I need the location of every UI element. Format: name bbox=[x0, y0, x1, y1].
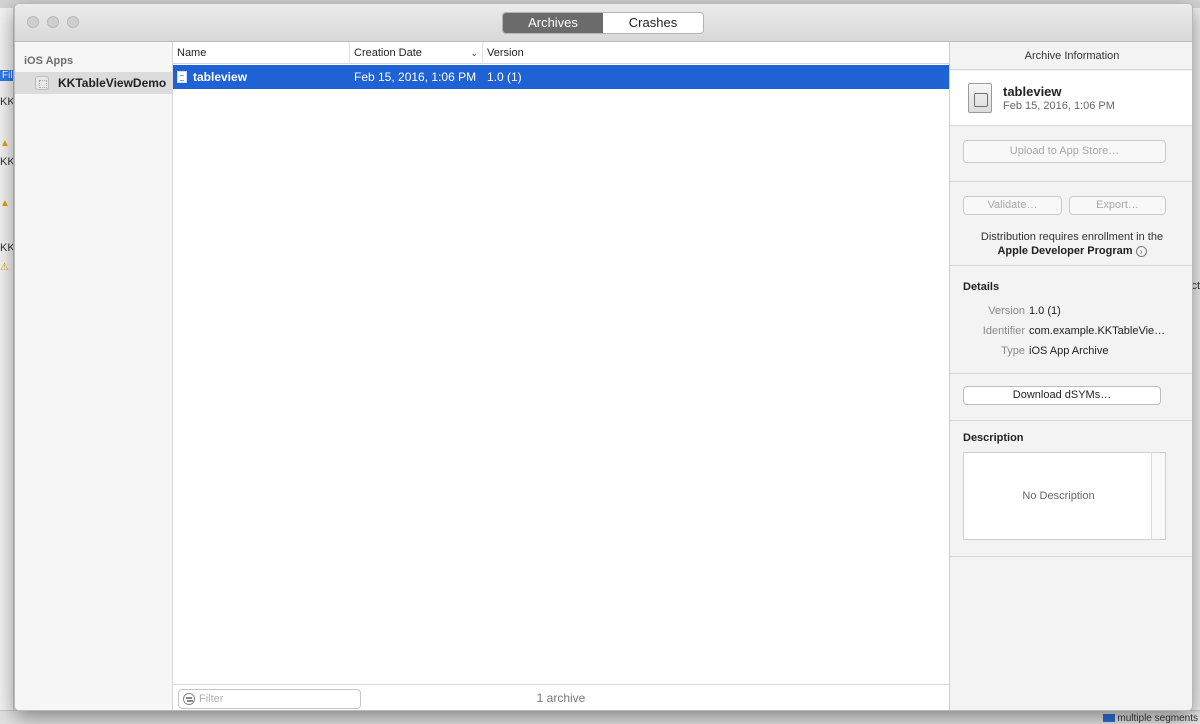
description-placeholder: No Description bbox=[1022, 490, 1095, 502]
zoom-window-button[interactable] bbox=[67, 16, 79, 28]
app-icon bbox=[35, 76, 49, 90]
sidebar-header: iOS Apps bbox=[24, 55, 74, 67]
table-row[interactable]: tableview Feb 15, 2016, 1:06 PM 1.0 (1) bbox=[173, 65, 949, 89]
tab-crashes[interactable]: Crashes bbox=[603, 13, 703, 33]
column-header-name[interactable]: Name bbox=[173, 42, 350, 64]
description-section: Description No Description bbox=[950, 422, 1192, 557]
minimize-window-button[interactable] bbox=[47, 16, 59, 28]
arrow-right-circle-icon: › bbox=[1135, 245, 1147, 257]
close-window-button[interactable] bbox=[27, 16, 39, 28]
sidebar-item-label: KKTableViewDemo bbox=[58, 76, 167, 90]
distribution-section: Validate… Export… Distribution requires … bbox=[950, 183, 1192, 266]
dsyms-section: Download dSYMs… bbox=[950, 375, 1192, 421]
sidebar-item-kktableviewdemo[interactable]: KKTableViewDemo bbox=[15, 72, 172, 94]
sidebar: iOS Apps KKTableViewDemo bbox=[15, 42, 173, 710]
apple-developer-program-link[interactable]: Apple Developer Program › bbox=[950, 244, 1192, 258]
archive-name-cell: tableview bbox=[173, 70, 350, 84]
description-field[interactable]: No Description bbox=[963, 452, 1166, 540]
view-segmented-control: Archives Crashes bbox=[502, 12, 704, 34]
archive-summary-date: Feb 15, 2016, 1:06 PM bbox=[1003, 100, 1115, 112]
archive-inspector: Archive Information tableview Feb 15, 20… bbox=[949, 42, 1192, 710]
archive-count: 1 archive bbox=[536, 691, 586, 705]
column-header-creation-date[interactable]: Creation Date ⌄ bbox=[350, 42, 483, 64]
upload-to-app-store-button[interactable]: Upload to App Store… bbox=[963, 140, 1166, 163]
archive-icon bbox=[968, 83, 992, 113]
organizer-window: Archives Crashes iOS Apps KKTableViewDem… bbox=[14, 3, 1193, 711]
description-scrollbar[interactable] bbox=[1151, 453, 1165, 539]
distribution-note: Distribution requires enrollment in the … bbox=[950, 230, 1192, 258]
chevron-down-icon: ⌄ bbox=[470, 48, 478, 58]
download-dsyms-button[interactable]: Download dSYMs… bbox=[963, 386, 1161, 405]
archive-date-cell: Feb 15, 2016, 1:06 PM bbox=[354, 70, 477, 84]
upload-section: Upload to App Store… bbox=[950, 127, 1192, 182]
tab-archives[interactable]: Archives bbox=[503, 13, 603, 33]
validate-button[interactable]: Validate… bbox=[963, 196, 1062, 215]
background-fragment: KK bbox=[0, 242, 14, 254]
background-file-tab: Fil bbox=[0, 70, 13, 81]
details-title: Details bbox=[963, 281, 1000, 293]
archive-file-icon bbox=[177, 71, 187, 83]
segmented-control-icon bbox=[1103, 714, 1116, 723]
details-section: Details Version 1.0 (1) Identifier com.e… bbox=[950, 267, 1192, 374]
background-bottom-text: multiple segments bbox=[1103, 713, 1198, 724]
list-footer: 1 archive bbox=[173, 684, 949, 710]
archive-version-cell: 1.0 (1) bbox=[487, 70, 522, 84]
background-fragment: KK bbox=[0, 156, 14, 168]
archive-list: Name Creation Date ⌄ Version tableview F… bbox=[173, 42, 949, 710]
background-fragment: KK bbox=[0, 96, 14, 108]
column-header-version[interactable]: Version bbox=[483, 42, 949, 64]
description-title: Description bbox=[963, 432, 1024, 444]
table-header: Name Creation Date ⌄ Version bbox=[173, 42, 949, 64]
warning-icon: ▲ bbox=[0, 198, 10, 209]
warning-icon: ⚠ bbox=[0, 262, 9, 273]
archive-summary-name: tableview bbox=[1003, 84, 1062, 99]
export-button[interactable]: Export… bbox=[1069, 196, 1166, 215]
archive-summary: tableview Feb 15, 2016, 1:06 PM bbox=[950, 71, 1192, 126]
background-navigator: Fil KK ▲ KK ▲ KK ⚠ bbox=[0, 8, 14, 724]
warning-icon: ▲ bbox=[0, 138, 10, 149]
title-bar: Archives Crashes bbox=[15, 4, 1192, 42]
inspector-title: Archive Information bbox=[950, 42, 1192, 70]
background-statusbar: multiple segments bbox=[0, 710, 1200, 724]
